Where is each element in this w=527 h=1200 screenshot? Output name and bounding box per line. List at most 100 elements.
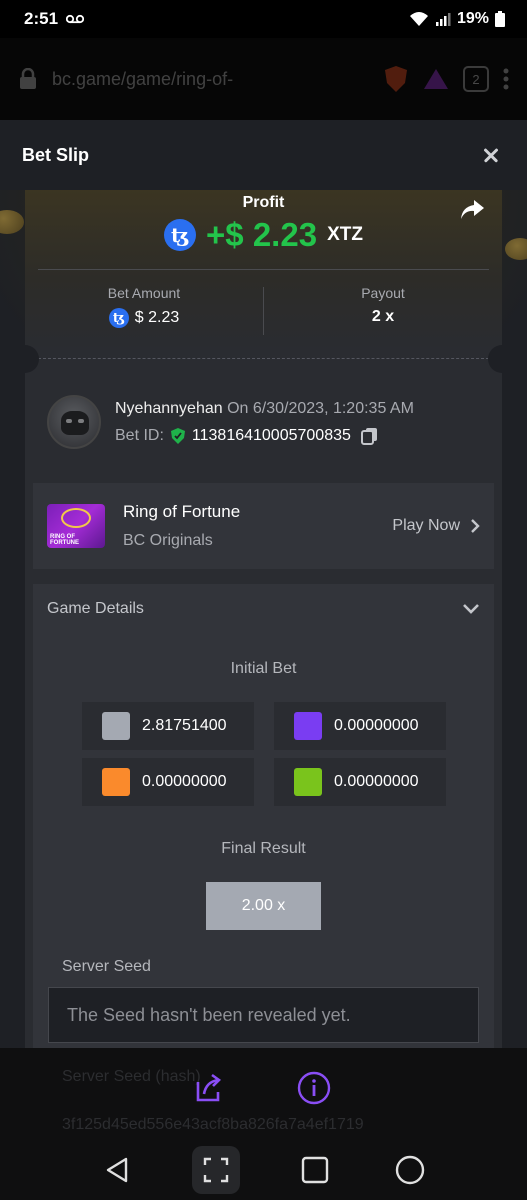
wifi-icon (409, 12, 428, 26)
bottom-actions (190, 1070, 332, 1106)
avatar-eye (78, 419, 84, 423)
voicemail-icon (66, 14, 85, 24)
status-bar: 2:51 19% (0, 0, 527, 38)
chevron-right-icon (471, 519, 480, 533)
bet-value-orange: 0.00000000 (142, 773, 227, 790)
status-right: 19% (409, 10, 505, 28)
perforation-line (38, 358, 489, 359)
player-info: Nyehannyehan On 6/30/2023, 1:20:35 AM Be… (47, 395, 487, 449)
rewards-triangle-icon[interactable] (423, 67, 449, 91)
more-menu-icon[interactable] (503, 67, 509, 91)
bet-slip-sheet: Bet Slip Profit ꜩ +$ 2.23 XTZ Bet Amount… (0, 120, 527, 1050)
play-now-label: Play Now (392, 517, 460, 534)
lock-icon (20, 68, 36, 89)
orange-swatch (102, 768, 130, 796)
clock-text: 2:51 (24, 9, 59, 28)
grey-swatch (102, 712, 130, 740)
copy-icon[interactable] (360, 427, 379, 445)
profit-section: Profit ꜩ +$ 2.23 XTZ Bet Amount ꜩ $ 2.23 (25, 190, 502, 350)
game-details-title: Game Details (47, 600, 144, 617)
avatar[interactable] (47, 395, 101, 449)
bet-value-grey: 2.81751400 (142, 717, 227, 734)
avatar-eye (66, 419, 72, 423)
ring-graphic (61, 508, 91, 528)
info-icon[interactable] (296, 1070, 332, 1106)
purple-swatch (294, 712, 322, 740)
final-result-badge: 2.00 x (206, 882, 321, 930)
coin-decoration (505, 238, 527, 260)
game-thumb-label: RING OF FORTUNE (50, 534, 79, 546)
bet-amount-value: $ 2.23 (134, 309, 180, 326)
battery-icon (495, 11, 505, 27)
initial-bet-label: Initial Bet (230, 660, 297, 677)
url-text[interactable]: bc.game/game/ring-of- (52, 69, 369, 90)
server-seed-label: Server Seed (62, 958, 151, 975)
bet-cell-purple: 0.00000000 (274, 702, 446, 750)
bet-id-label: Bet ID: (115, 426, 164, 444)
signal-icon (435, 13, 451, 26)
tezos-coin-icon: ꜩ (108, 308, 129, 328)
play-now-button[interactable]: Play Now (392, 517, 480, 535)
bet-amount-value-row: ꜩ $ 2.23 (25, 308, 263, 328)
recents-icon (301, 1156, 329, 1184)
game-link-row[interactable]: RING OF FORTUNE Ring of Fortune BC Origi… (33, 483, 494, 569)
player-line: Nyehannyehan On 6/30/2023, 1:20:35 AM (115, 400, 414, 418)
profit-value: +$ 2.23 (206, 216, 318, 253)
server-seed-field[interactable]: The Seed hasn't been revealed yet. (48, 987, 479, 1043)
sheet-header: Bet Slip (0, 120, 527, 190)
payout-stat: Payout 2 x (264, 285, 502, 335)
tezos-coin-icon: ꜩ (164, 219, 197, 251)
bet-cell-grey: 2.81751400 (82, 702, 254, 750)
bet-date: On 6/30/2023, 1:20:35 AM (227, 399, 414, 417)
game-info: Ring of Fortune BC Originals (123, 502, 392, 550)
server-seed-hash-value: 3f125d45ed556e43acf8ba826fa7a4ef1719 (62, 1116, 364, 1133)
profit-label: Profit (242, 194, 285, 211)
game-thumbnail: RING OF FORTUNE (47, 504, 105, 548)
bet-id-value: 113816410005700835 (191, 426, 351, 444)
browser-toolbar: bc.game/game/ring-of- 2 (0, 38, 527, 120)
game-provider: BC Originals (123, 532, 213, 549)
home-icon (395, 1155, 424, 1185)
profit-row: ꜩ +$ 2.23 XTZ (25, 216, 502, 254)
sheet-title: Bet Slip (22, 144, 90, 165)
brave-shield-icon[interactable] (383, 65, 409, 93)
recents-button[interactable] (295, 1150, 335, 1190)
bet-value-green: 0.00000000 (334, 773, 419, 790)
bet-id-line: Bet ID: 113816410005700835 (115, 427, 414, 445)
chevron-down-icon[interactable] (462, 603, 480, 615)
bet-amount-stat: Bet Amount ꜩ $ 2.23 (25, 285, 263, 335)
capture-icon (203, 1157, 229, 1183)
profit-currency: XTZ (327, 224, 363, 245)
final-result-label: Final Result (221, 840, 306, 857)
payout-value: 2 x (371, 308, 395, 325)
share-external-icon[interactable] (190, 1070, 226, 1106)
player-name[interactable]: Nyehannyehan (115, 400, 223, 417)
game-details-panel: Game Details Initial Bet 2.81751400 0.00… (33, 584, 494, 1050)
bet-cell-green: 0.00000000 (274, 758, 446, 806)
home-button[interactable] (390, 1150, 430, 1190)
avatar-face (61, 411, 89, 435)
back-button[interactable] (97, 1150, 137, 1190)
tab-count-button[interactable]: 2 (463, 66, 489, 92)
player-text: Nyehannyehan On 6/30/2023, 1:20:35 AM Be… (115, 400, 414, 445)
screenshot-button[interactable] (192, 1146, 241, 1194)
system-nav-bar (0, 1140, 527, 1200)
share-icon[interactable] (458, 196, 486, 224)
verified-shield-icon (170, 427, 185, 444)
game-details-header[interactable]: Game Details (33, 584, 494, 634)
bottom-toolbar: Server Seed (hash) 3f125d45ed556e43acf8b… (0, 1048, 527, 1140)
divider (38, 269, 489, 270)
status-time: 2:51 (24, 9, 85, 29)
bet-value-purple: 0.00000000 (334, 717, 419, 734)
game-name: Ring of Fortune (123, 502, 241, 521)
battery-percent: 19% (456, 10, 489, 27)
bet-cell-orange: 0.00000000 (82, 758, 254, 806)
server-seed-hash-label: Server Seed (hash) (62, 1068, 201, 1085)
payout-label: Payout (361, 285, 405, 301)
bet-stats: Bet Amount ꜩ $ 2.23 Payout 2 x (25, 285, 502, 335)
bet-card: Profit ꜩ +$ 2.23 XTZ Bet Amount ꜩ $ 2.23 (25, 190, 502, 1050)
bet-amount-label: Bet Amount (107, 285, 181, 301)
back-icon (107, 1157, 128, 1183)
green-swatch (294, 768, 322, 796)
close-button[interactable] (479, 143, 503, 167)
